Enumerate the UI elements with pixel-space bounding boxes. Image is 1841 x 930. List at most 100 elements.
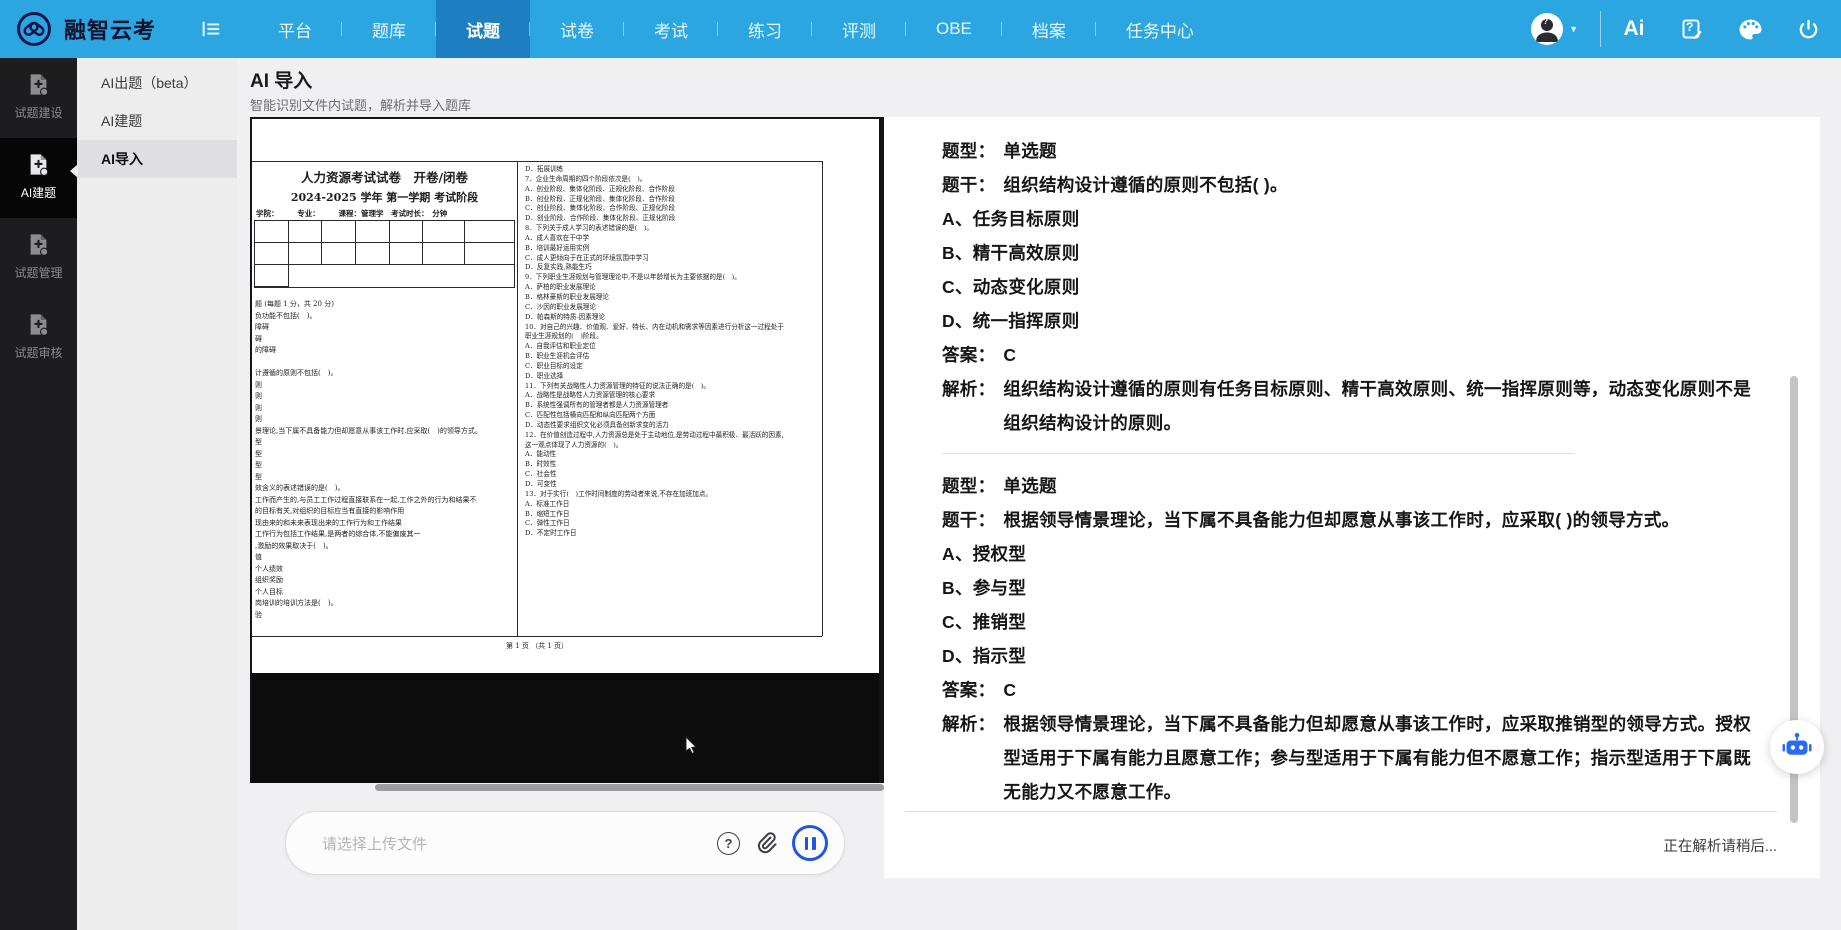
paper-title: 人力资源考试试卷 开卷/闭卷 (252, 167, 517, 186)
sidebar-item[interactable]: 试题建设 (0, 58, 77, 138)
sidebar-item[interactable]: 试题审核 (0, 298, 77, 378)
mouse-cursor (685, 736, 699, 754)
file-upload-input[interactable]: 请选择上传文件 ? (285, 811, 845, 875)
question-type: 单选题 (1003, 469, 1760, 503)
question-block-1: 题型：单选题 题干：组织结构设计遵循的原则不包括( )。 A、任务目标原则B、精… (942, 134, 1760, 440)
paper-line: 型 (255, 472, 515, 484)
paper-line: 值 (255, 552, 515, 564)
paper-line: A．创业阶段、集体化阶段、正规化阶段、合作阶段 (525, 185, 819, 195)
paper-line: 型 (255, 437, 515, 449)
paper-line: A．标准工作日 (525, 500, 819, 510)
top-navigation-bar: 融智云考 平台题库试题试卷考试练习评测OBE档案任务中心 ? ▼ Ai (0, 0, 1841, 58)
options-list: A、任务目标原则B、精干高效原则C、动态变化原则D、统一指挥原则 (942, 202, 1760, 338)
nav-item[interactable]: 试题 (436, 0, 530, 58)
sidebar-item-label: AI建题 (21, 184, 56, 201)
paper-line: 景理论,当下属不具备能力但却愿意从事该工作时,应采取( )的领导方式。 (255, 426, 515, 438)
nav-item[interactable]: 练习 (718, 0, 812, 58)
help-doc-icon[interactable]: ? (1663, 0, 1721, 58)
brand-name: 融智云考 (64, 13, 156, 45)
avatar[interactable]: ? (1531, 13, 1563, 45)
nav-item[interactable]: 任务中心 (1096, 0, 1224, 58)
menu-collapse-icon[interactable] (200, 0, 222, 58)
analysis-label: 解析： (942, 707, 995, 809)
question-analysis: 组织结构设计遵循的原则有任务目标原则、精干高效原则、统一指挥原则等，动态变化原则… (1003, 372, 1760, 440)
paper-line: C．匹配性包括横向匹配和纵向匹配两个方面 (525, 411, 819, 421)
paper-line: A．能动性 (525, 450, 819, 460)
paper-info-line: 学院： 专业： 课程：管理学 考试时长： 分钟 (256, 208, 514, 219)
score-cell (390, 243, 424, 265)
nav-item[interactable]: 档案 (1002, 0, 1096, 58)
score-cell (356, 221, 390, 243)
brand[interactable]: 融智云考 (0, 0, 186, 58)
nav-item[interactable]: 考试 (624, 0, 718, 58)
parsing-status: 正在解析请稍后... (1663, 835, 1777, 856)
pause-button[interactable] (792, 825, 828, 861)
paper-line: 则 (255, 380, 515, 392)
option-line: C、推销型 (942, 605, 1760, 639)
paper-line: B．培训最好运用实例 (525, 244, 819, 254)
sidebar-item-label: 试题管理 (14, 264, 62, 281)
theme-palette-icon[interactable] (1721, 0, 1779, 58)
paper-line: 负功能不包括( )。 (255, 311, 515, 323)
page-subtitle: 智能识别文件内试题，解析并导入题库 (250, 95, 471, 114)
paper-line: C．创业阶段、集体化阶段、合作阶段、正规化阶段 (525, 204, 819, 214)
option-line: A、授权型 (942, 537, 1760, 571)
paper-line: 的障碍 (255, 345, 515, 357)
paper-line: D．拓展训练 (525, 165, 819, 175)
nav-item[interactable]: OBE (906, 0, 1002, 58)
ai-submenu: AI出题（beta）AI建题AI导入 (77, 58, 237, 930)
option-line: A、任务目标原则 (942, 202, 1760, 236)
attachment-icon[interactable] (754, 831, 778, 855)
option-line: B、精干高效原则 (942, 236, 1760, 270)
paper-line: 组织奖励 (255, 575, 515, 587)
sidebar-item[interactable]: AI建题 (0, 138, 77, 218)
paper-line: 的目标有关,对组织的目标应当有直接的影响作用 (255, 506, 515, 518)
paper-line: 13．对于实行( )工作时间制度的劳动者来说,不存在加班加点。 (525, 490, 819, 500)
sidebar-item-label: 试题建设 (14, 104, 62, 121)
paper-line: 型 (255, 449, 515, 461)
score-cell (356, 243, 390, 265)
paper-line: 岗培训的培训方法是( )。 (255, 598, 515, 610)
robot-icon (1782, 732, 1812, 762)
paper-page-footer: 第 1 页 （共 1 页） (252, 641, 822, 651)
question-analysis: 根据领导情景理论，当下属不具备能力但却愿意从事该工作时，应采取推销型的领导方式。… (1003, 707, 1760, 809)
document-plus-icon (25, 71, 52, 98)
horizontal-scrollbar[interactable] (375, 784, 884, 791)
stem-label: 题干： (942, 503, 995, 537)
paper-line: 题 (每题 1 分，共 20 分) (255, 299, 515, 311)
paper-line: 碍 (255, 334, 515, 346)
paper-line: 现由来的和未来表现出来的工作行为和工作结果 (255, 518, 515, 530)
paper-line: 计遵循的原则不包括( )。 (255, 368, 515, 380)
nav-item[interactable]: 试卷 (530, 0, 624, 58)
paper-line (255, 357, 515, 369)
topbar-divider (1600, 11, 1601, 47)
sidebar-item[interactable]: 试题管理 (0, 218, 77, 298)
paper-line: 7．企业生命周期的四个阶段依次是( )。 (525, 175, 819, 185)
nav-item[interactable]: 平台 (248, 0, 342, 58)
help-icon[interactable]: ? (717, 832, 740, 855)
submenu-item[interactable]: AI导入 (77, 140, 237, 178)
avatar-placeholder-glyph: ? (1543, 17, 1548, 26)
user-menu[interactable]: ? ▼ (1531, 13, 1578, 45)
paper-line: 9．下列职业生涯规划与管理理论中,不是以年龄增长为主要依据的是( )。 (525, 273, 819, 283)
exam-paper-preview: 人力资源考试试卷 开卷/闭卷 2024-2025 学年 第一学期 考试阶段 学院… (252, 119, 879, 673)
paper-line: 10．对自己的兴趣、价值观、爱好、特长、内在动机和需求等因素进行分析这一过程处于 (525, 323, 819, 333)
paper-right-rule (822, 161, 823, 636)
nav-item[interactable]: 题库 (342, 0, 436, 58)
paper-line: A．成人喜欢在干中学 (525, 234, 819, 244)
media-placeholder-block (252, 673, 879, 783)
paper-line: D．职业选择 (525, 372, 819, 382)
chevron-down-icon[interactable]: ▼ (1569, 24, 1578, 34)
paper-line: 障碍 (255, 322, 515, 334)
submenu-item[interactable]: AI出题（beta） (77, 64, 237, 102)
submenu-item[interactable]: AI建题 (77, 102, 237, 140)
paper-line: 型 (255, 460, 515, 472)
nav-item[interactable]: 评测 (812, 0, 906, 58)
paper-line: C．职业目标的设定 (525, 362, 819, 372)
paper-line: 则 (255, 414, 515, 426)
paper-bottom-rule (252, 636, 822, 637)
power-logout-icon[interactable] (1779, 0, 1837, 58)
upload-placeholder: 请选择上传文件 (322, 833, 703, 854)
ai-assistant-icon[interactable]: Ai (1605, 0, 1663, 58)
ai-robot-button[interactable] (1770, 720, 1824, 774)
